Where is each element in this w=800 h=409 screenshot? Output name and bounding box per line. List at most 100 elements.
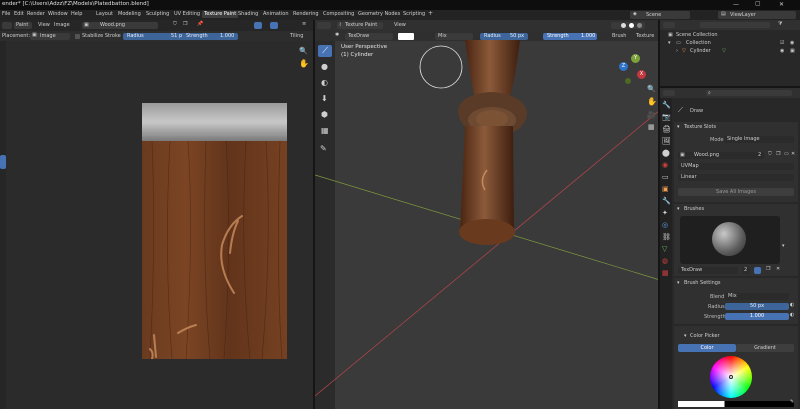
scene-tab-icon[interactable]: ⬤ [662,150,670,157]
tool-tab-icon[interactable]: 🔧 [662,102,671,109]
menu-edit[interactable]: Edit [14,12,24,17]
brush-preview[interactable] [680,216,780,264]
data-tab-icon[interactable]: ▽ [662,246,667,253]
tab-animation[interactable]: Animation [263,12,289,17]
image-unlink-icon[interactable]: ✕ [791,152,795,157]
modifier-tab-icon[interactable]: 🔧 [662,198,671,205]
menu-help[interactable]: Help [71,12,82,17]
material-tab-icon[interactable]: ◍ [662,258,668,265]
menu-render[interactable]: Render [27,12,45,17]
texture-tab-icon[interactable]: ▦ [662,270,669,277]
interpolation-select[interactable]: Linear [678,174,794,181]
gizmo-y-handle[interactable]: Y [631,54,640,63]
minimize-icon[interactable]: — [733,2,739,8]
settings-blend-select[interactable]: Mix [725,293,789,300]
tab-scripting[interactable]: Scripting [403,12,425,17]
image-strength-field[interactable]: Strength 1.000 [182,32,238,40]
zoom-icon[interactable]: 🔍 [299,48,308,55]
overlay-icon[interactable] [270,22,278,29]
scene-collection-label[interactable]: Scene Collection [676,33,718,38]
viewport-zoom-icon[interactable]: 🔍 [647,86,656,93]
tab-sculpting[interactable]: Sculpting [146,12,169,17]
collection-label[interactable]: Collection [686,41,711,46]
mode-select[interactable]: Single Image [724,136,794,143]
strength-pressure-icon[interactable]: ◐ [790,313,794,318]
filter-icon[interactable]: ⧩ [778,22,782,27]
stabilize-checkbox[interactable] [75,34,80,39]
outliner-search[interactable] [700,22,770,28]
collection-tab-icon[interactable]: ▭ [662,174,669,181]
properties-editor-type[interactable] [663,90,675,96]
properties-search[interactable]: ⌕ [706,90,792,96]
tab-geometry-nodes[interactable]: Geometry Nodes [358,12,400,17]
image-datablock[interactable]: ▣ Wood.png [678,152,756,159]
tab-shading[interactable]: Shading [238,12,258,17]
image-open-icon[interactable]: ▭ [784,152,789,157]
collection-checkbox-icon[interactable]: ☑ [780,41,784,46]
new-image-icon[interactable]: ❐ [183,22,187,27]
physics-tab-icon[interactable]: ◎ [662,222,668,229]
gizmo-z-handle[interactable]: Z [619,62,628,71]
color-tab[interactable]: Color [678,344,736,352]
color-picker-header[interactable]: Color Picker [690,334,720,339]
tab-uv-editing[interactable]: UV Editing [174,12,200,17]
texture-image[interactable] [142,103,287,359]
color-picker-chevron-icon[interactable]: ▾ [684,334,687,339]
value-slider[interactable] [678,401,794,407]
tab-rendering[interactable]: Rendering [293,12,319,17]
collection-visibility-icon[interactable]: ◉ [790,41,794,46]
outliner-editor-type[interactable] [663,22,675,28]
navigation-gizmo[interactable]: X Y Z [615,52,651,88]
eyedropper-icon[interactable]: ✎ [790,400,794,405]
texture-slots-chevron-icon[interactable]: ▾ [677,125,680,130]
brush-settings-chevron-icon[interactable]: ▾ [677,281,680,286]
viewport-pan-icon[interactable]: ✋ [647,98,657,106]
view-layer-selector[interactable]: ▤ ViewLayer [718,11,796,19]
pin-icon[interactable]: 📌 [197,22,203,27]
object-camera-icon[interactable]: ▣ [790,49,795,54]
add-workspace-button[interactable]: + [428,11,433,17]
constraint-tab-icon[interactable]: ⛓ [662,234,671,241]
brushes-header[interactable]: Brushes [684,207,704,212]
brushes-chevron-icon[interactable]: ▾ [677,207,680,212]
maximize-icon[interactable]: ▢ [755,1,761,7]
color-wheel-cursor[interactable] [729,375,733,379]
gizmo-neg-y[interactable] [625,78,631,84]
collection-expand-icon[interactable]: ▾ [668,41,671,46]
object-visibility-icon[interactable]: ◉ [780,49,784,54]
gradient-tab[interactable]: Gradient [736,344,794,352]
brush-unlink-icon[interactable]: ✕ [776,267,780,272]
radius-pressure-icon[interactable]: ◐ [790,303,794,308]
tab-texture-paint[interactable]: Texture Paint [202,11,239,18]
viewport[interactable]: ⌇ Texture Paint View ✱ TexDraw Mix Radiu… [315,20,660,409]
object-expand-icon[interactable]: › [676,49,678,54]
grid-icon[interactable]: ▦ [648,124,655,131]
color-wheel[interactable] [710,356,752,398]
viewport-scene[interactable] [315,20,660,409]
menu-view[interactable]: View [38,23,50,28]
particles-tab-icon[interactable]: ✦ [662,210,668,217]
tab-compositing[interactable]: Compositing [323,12,354,17]
brush-fake-user-icon[interactable] [754,267,761,274]
paint-mode-select[interactable]: Paint [14,22,32,29]
close-icon[interactable]: ✕ [779,2,784,8]
tab-modeling[interactable]: Modeling [118,12,141,17]
brush-new-icon[interactable]: ❐ [766,267,770,272]
texture-slots-header[interactable]: Texture Slots [684,125,716,130]
object-label[interactable]: Cylinder [690,49,711,54]
settings-strength-field[interactable]: 1.000 [725,313,789,320]
image-new-icon[interactable]: ❐ [776,152,780,157]
brush-datablock[interactable]: TexDraw [678,267,738,274]
uv-sync-icon[interactable] [254,22,262,29]
draw-tool-icon[interactable] [0,155,6,169]
image-radius-field[interactable]: Radius 51 px [123,32,187,40]
pan-hand-icon[interactable]: ✋ [299,60,309,68]
world-tab-icon[interactable]: ◉ [662,162,668,169]
settings-radius-field[interactable]: 50 px [725,303,789,310]
save-all-images-button[interactable]: Save All Images [678,188,794,196]
menu-image[interactable]: Image [54,23,70,28]
menu-window[interactable]: Window [48,12,68,17]
brush-users[interactable]: 2 [742,267,750,274]
image-browse[interactable]: ▣ Wood.png [82,22,158,29]
render-tab-icon[interactable]: 📷 [662,114,671,121]
